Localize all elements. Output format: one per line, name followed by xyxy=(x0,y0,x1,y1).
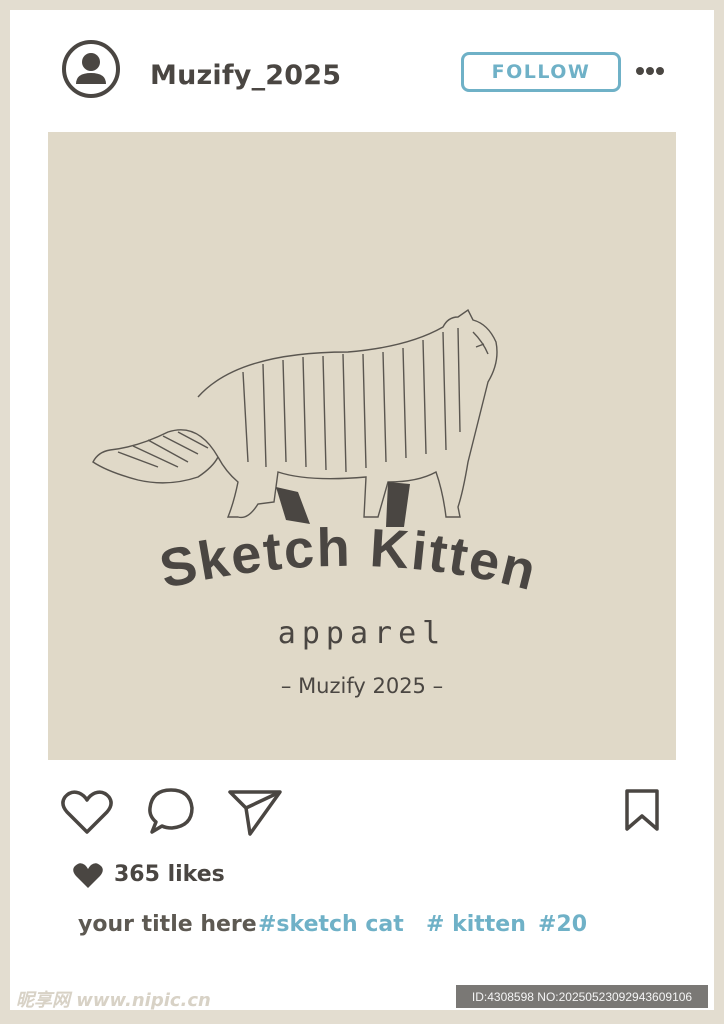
more-options-icon[interactable] xyxy=(636,64,664,78)
bookmark-icon[interactable] xyxy=(624,788,660,832)
user-icon xyxy=(76,53,106,84)
logo-title: Sketch Kitten xyxy=(154,518,541,602)
likes-count[interactable]: 365 likes xyxy=(114,862,225,887)
comment-icon[interactable] xyxy=(146,786,196,836)
logo-subtitle: apparel xyxy=(277,616,447,651)
post-card: Muzify_2025 FOLLOW Sketch Kitten apparel… xyxy=(10,10,714,1010)
hashtag-kitten[interactable]: # kitten xyxy=(426,912,526,937)
logo-title-arc: Sketch Kitten xyxy=(154,518,543,602)
image-id-strip: ID:4308598 NO:20250523092943609106 xyxy=(456,985,708,1008)
hashtag-20[interactable]: #20 xyxy=(538,912,587,937)
site-watermark: 昵享网 www.nipic.cn xyxy=(16,990,211,1011)
avatar[interactable] xyxy=(62,40,120,98)
svg-text:Sketch Kitten: Sketch Kitten xyxy=(154,518,543,602)
send-icon[interactable] xyxy=(228,788,282,836)
logo-brand: – Muzify 2025 – xyxy=(280,674,444,698)
follow-button[interactable]: FOLLOW xyxy=(461,52,621,92)
post-image[interactable]: Sketch Kitten apparel – Muzify 2025 – xyxy=(48,132,676,760)
likes-heart-icon xyxy=(73,863,103,888)
username[interactable]: Muzify_2025 xyxy=(150,60,341,91)
caption-title: your title here xyxy=(78,912,257,937)
hashtag-sketch-cat[interactable]: #sketch cat xyxy=(258,912,404,937)
heart-icon[interactable] xyxy=(60,788,114,836)
